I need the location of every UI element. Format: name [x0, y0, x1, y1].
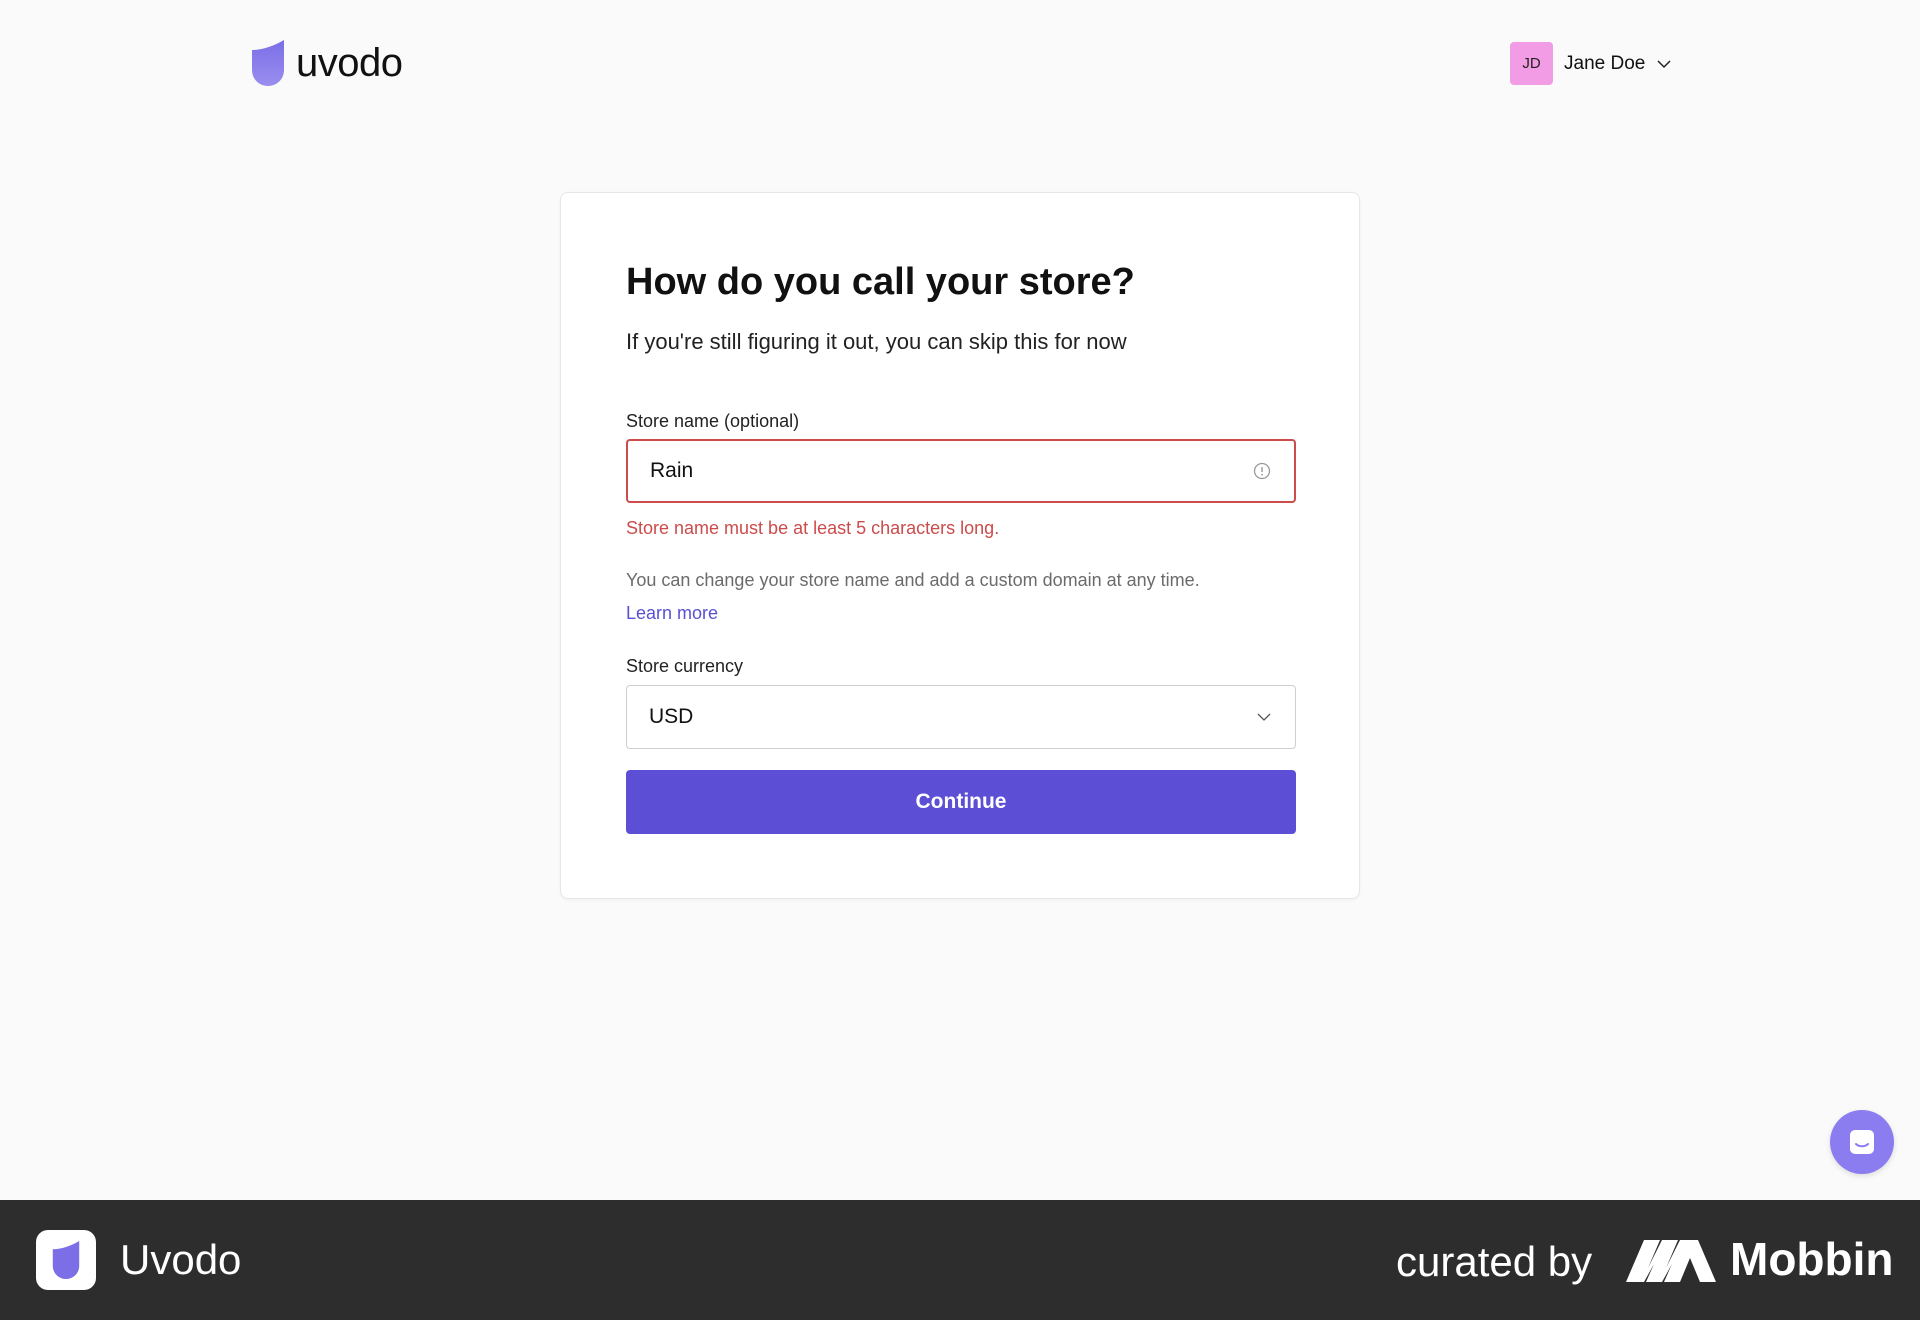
- continue-button[interactable]: Continue: [626, 770, 1296, 834]
- chat-icon: [1850, 1130, 1874, 1154]
- store-currency-label: Store currency: [626, 656, 744, 676]
- app-icon: [36, 1230, 96, 1290]
- chat-launcher-button[interactable]: [1830, 1110, 1894, 1174]
- store-name-label: Store name (optional): [626, 411, 800, 431]
- chevron-down-icon: [1657, 59, 1671, 68]
- learn-more-link[interactable]: Learn more: [626, 603, 718, 624]
- store-currency-select[interactable]: USD: [626, 685, 1296, 749]
- store-name-error: Store name must be at least 5 characters…: [626, 518, 1000, 538]
- uvodo-logo-icon: [52, 1241, 80, 1279]
- brand-name: uvodo: [296, 40, 403, 85]
- store-name-hint: You can change your store name and add a…: [626, 570, 1200, 590]
- info-icon: [1253, 462, 1271, 480]
- store-setup-card: How do you call your store? If you're st…: [560, 192, 1360, 899]
- store-name-field[interactable]: [626, 439, 1296, 503]
- curated-by-text: curated by: [1396, 1238, 1593, 1285]
- chevron-down-icon: [1257, 713, 1271, 721]
- page: uvodo JD Jane Doe How do you call your s…: [0, 0, 1920, 1320]
- footer-bar: Uvodo curated by Mobbin: [0, 1200, 1920, 1320]
- currency-value: USD: [649, 705, 694, 728]
- user-menu[interactable]: JD Jane Doe: [1510, 42, 1672, 85]
- footer-app-name: Uvodo: [120, 1236, 242, 1283]
- user-name: Jane Doe: [1564, 52, 1646, 74]
- mobbin-brand: Mobbin: [1730, 1233, 1894, 1285]
- mobbin-logo-icon: [1626, 1240, 1716, 1282]
- store-name-input[interactable]: [650, 459, 1252, 483]
- page-title: How do you call your store?: [626, 261, 1135, 303]
- uvodo-logo-icon: [252, 40, 284, 86]
- avatar: JD: [1510, 42, 1553, 85]
- uvodo-logo[interactable]: uvodo: [250, 40, 403, 86]
- page-subtitle: If you're still figuring it out, you can…: [626, 329, 1127, 354]
